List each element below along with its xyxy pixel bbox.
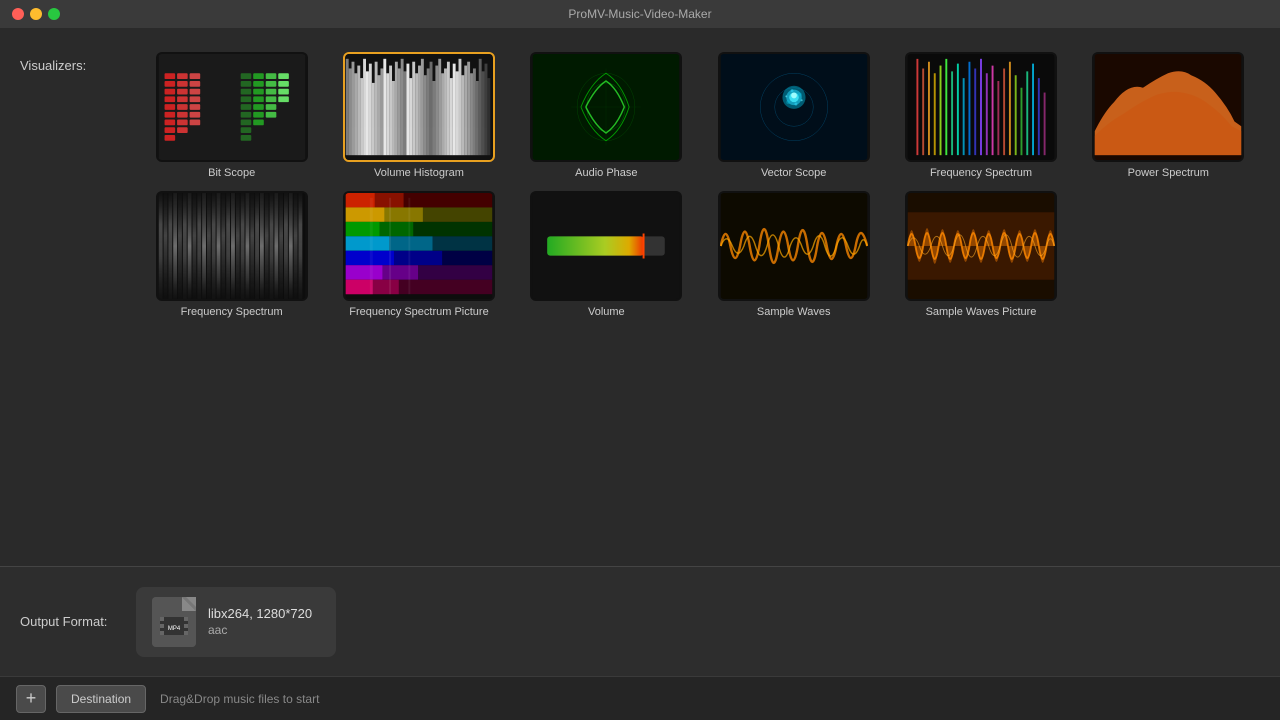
- visualizer-power-spectrum-thumb: [1092, 52, 1244, 162]
- visualizer-sample-waves-thumb: [718, 191, 870, 301]
- visualizer-vector-scope-thumb: [718, 52, 870, 162]
- visualizer-audio-phase-thumb: [530, 52, 682, 162]
- visualizer-volume-histogram-thumb: [343, 52, 495, 162]
- maximize-button[interactable]: [48, 8, 60, 20]
- format-card[interactable]: MP4 libx264, 1280*720 aac: [136, 587, 336, 657]
- sample-waves-pic-label: Sample Waves Picture: [926, 306, 1037, 318]
- volume-histogram-label: Volume Histogram: [374, 167, 464, 179]
- visualizers-section: Visualizers:: [0, 28, 1280, 566]
- visualizer-volume-thumb: [530, 191, 682, 301]
- visualizer-frequency-spectrum-pic[interactable]: Frequency Spectrum Picture: [327, 191, 510, 318]
- visualizer-sample-waves-pic[interactable]: Sample Waves Picture: [889, 191, 1072, 318]
- visualizer-sample-waves[interactable]: Sample Waves: [702, 191, 885, 318]
- window-controls: [12, 8, 60, 20]
- visualizer-bit-scope-thumb: [156, 52, 308, 162]
- visualizer-audio-phase[interactable]: Audio Phase: [515, 52, 698, 179]
- output-format-label: Output Format:: [20, 614, 120, 629]
- visualizer-sample-waves-pic-thumb: [905, 191, 1057, 301]
- drop-hint: Drag&Drop music files to start: [160, 692, 319, 706]
- visualizer-frequency-spectrum[interactable]: Frequency Spectrum: [889, 52, 1072, 179]
- visualizers-row-2: Frequency Spectrum: [140, 187, 1260, 322]
- frequency-spectrum-label: Frequency Spectrum: [930, 167, 1032, 179]
- format-codec: libx264, 1280*720: [208, 606, 312, 621]
- vector-scope-label: Vector Scope: [761, 167, 826, 179]
- app-title: ProMV-Music-Video-Maker: [568, 7, 711, 21]
- visualizers-row-1: Bit Scope: [140, 48, 1260, 183]
- visualizer-volume-histogram[interactable]: Volume Histogram: [327, 52, 510, 179]
- bit-scope-label: Bit Scope: [208, 167, 255, 179]
- visualizer-frequency-spectrum-pic-thumb: [343, 191, 495, 301]
- frequency-spectrum-2-label: Frequency Spectrum: [181, 306, 283, 318]
- close-button[interactable]: [12, 8, 24, 20]
- visualizer-vector-scope[interactable]: Vector Scope: [702, 52, 885, 179]
- output-format-bar: Output Format: MP4: [0, 566, 1280, 676]
- volume-label: Volume: [588, 306, 625, 318]
- visualizer-power-spectrum[interactable]: Power Spectrum: [1077, 52, 1260, 179]
- sample-waves-label: Sample Waves: [757, 306, 831, 318]
- mp4-icon: MP4: [152, 597, 196, 647]
- visualizer-empty: [1077, 191, 1260, 318]
- svg-text:MP4: MP4: [168, 626, 181, 632]
- add-button[interactable]: +: [16, 685, 46, 713]
- power-spectrum-label: Power Spectrum: [1128, 167, 1209, 179]
- action-bar: + Destination Drag&Drop music files to s…: [0, 676, 1280, 720]
- visualizer-frequency-spectrum-thumb: [905, 52, 1057, 162]
- visualizer-bit-scope[interactable]: Bit Scope: [140, 52, 323, 179]
- format-audio: aac: [208, 623, 312, 637]
- visualizers-label: Visualizers:: [0, 48, 140, 546]
- visualizers-grid-container: Bit Scope: [140, 48, 1280, 546]
- minimize-button[interactable]: [30, 8, 42, 20]
- visualizer-frequency-spectrum-2-thumb: [156, 191, 308, 301]
- visualizer-frequency-spectrum-2[interactable]: Frequency Spectrum: [140, 191, 323, 318]
- visualizer-volume[interactable]: Volume: [515, 191, 698, 318]
- titlebar: ProMV-Music-Video-Maker: [0, 0, 1280, 28]
- frequency-spectrum-pic-label: Frequency Spectrum Picture: [349, 306, 488, 318]
- main-content: Visualizers:: [0, 28, 1280, 720]
- destination-button[interactable]: Destination: [56, 685, 146, 713]
- audio-phase-label: Audio Phase: [575, 167, 637, 179]
- format-details: libx264, 1280*720 aac: [208, 606, 312, 637]
